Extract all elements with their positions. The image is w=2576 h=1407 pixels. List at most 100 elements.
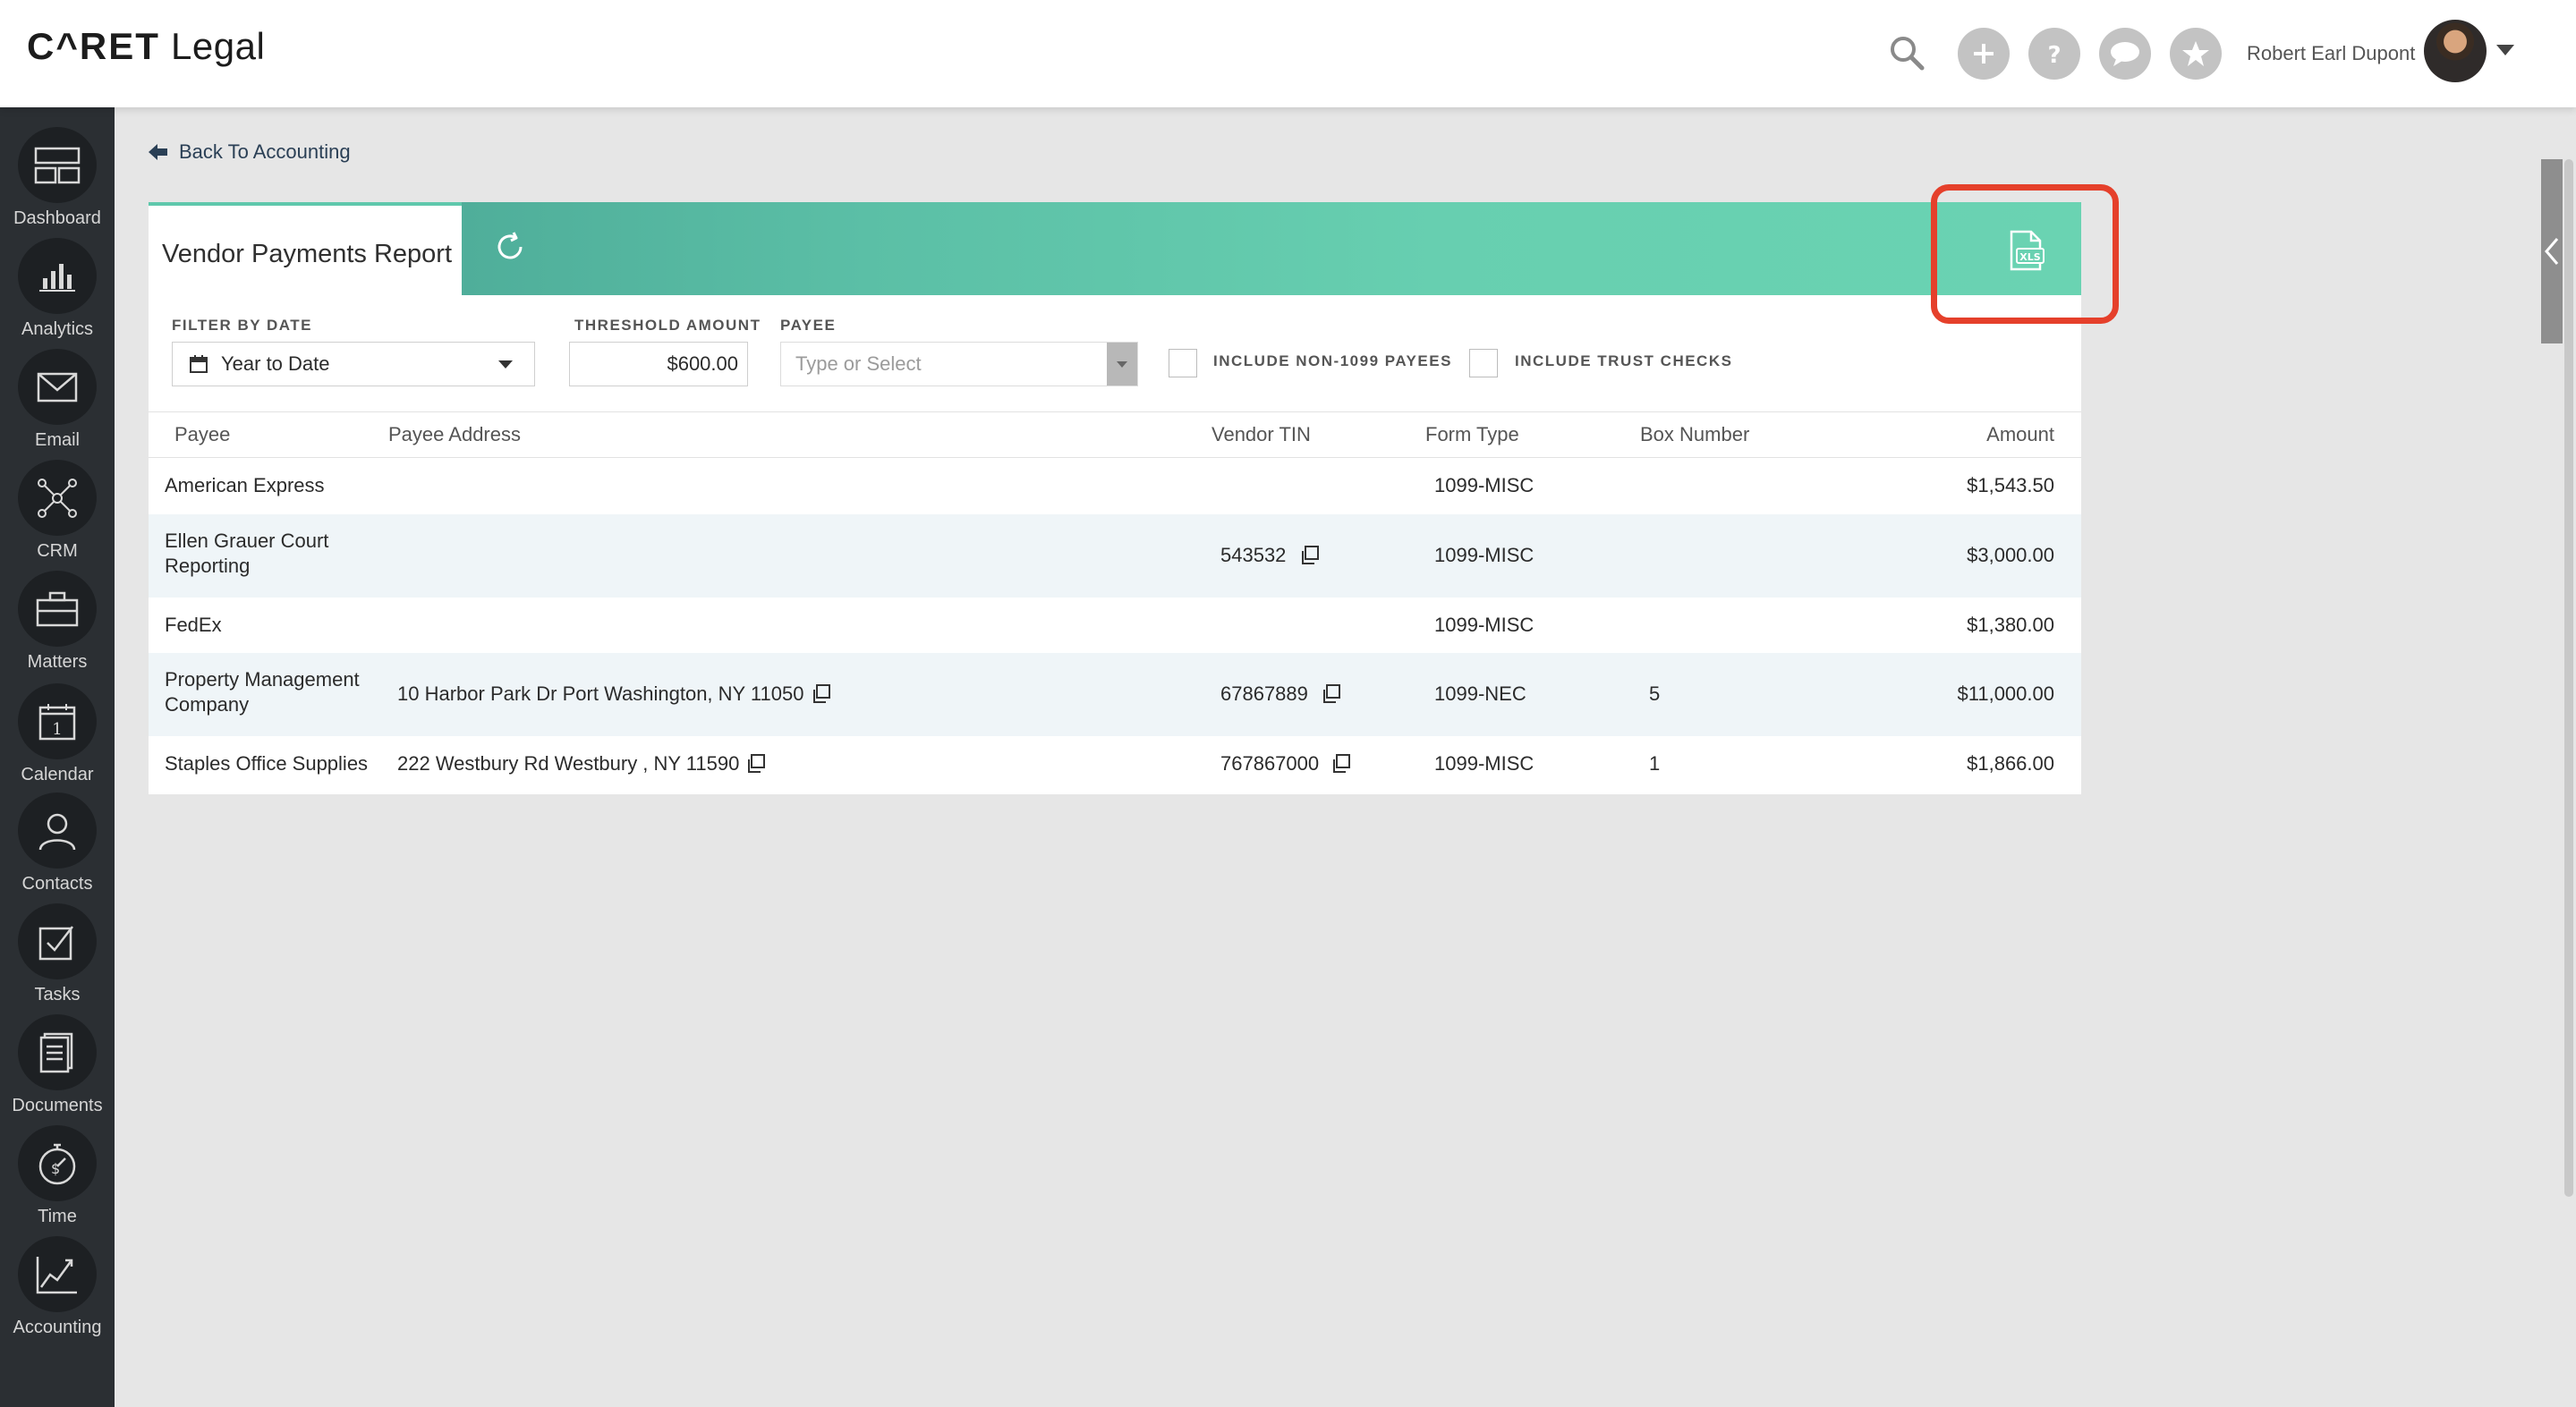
sidebar-item-label: Tasks	[34, 985, 81, 1004]
sidebar-item-email[interactable]: Email	[0, 340, 115, 451]
vertical-scrollbar[interactable]	[2564, 159, 2573, 1197]
sidebar-item-label: Calendar	[21, 765, 94, 784]
column-header-vendor-tin[interactable]: Vendor TIN	[1211, 423, 1311, 446]
payee-cell: Property Management	[165, 668, 360, 691]
copy-icon[interactable]	[812, 684, 831, 704]
app-logo[interactable]: C^RET Legal	[27, 25, 265, 68]
document-icon	[18, 1014, 97, 1090]
sidebar-item-calendar[interactable]: 1 Calendar	[0, 674, 115, 785]
calendar-icon	[190, 355, 208, 373]
sidebar-item-label: Time	[38, 1207, 77, 1226]
svg-text:?: ?	[2047, 42, 2061, 67]
help-icon[interactable]: ?	[2028, 28, 2080, 80]
envelope-icon	[18, 349, 97, 425]
calendar-day: 1	[52, 720, 62, 739]
xls-label: XLS	[2019, 251, 2040, 263]
sidebar-item-crm[interactable]: CRM	[0, 451, 115, 562]
threshold-amount-input[interactable]	[569, 342, 748, 386]
payee-address-cell: 10 Harbor Park Dr Port Washington, NY 11…	[397, 682, 804, 705]
table-row[interactable]: American Express 1099-MISC $1,543.50	[149, 458, 2081, 514]
top-header: C^RET Legal ? Robert Earl Dupont	[0, 0, 2576, 107]
column-header-form-type[interactable]: Form Type	[1425, 423, 1519, 446]
sidebar-item-dashboard[interactable]: Dashboard	[0, 118, 115, 229]
export-xls-button[interactable]: XLS	[2004, 229, 2047, 272]
copy-icon[interactable]	[1322, 684, 1341, 704]
report-card: Vendor Payments Report XLS FILTER BY DAT…	[149, 202, 2081, 794]
sidebar-item-tasks[interactable]: Tasks	[0, 894, 115, 1005]
payee-cell: Ellen Grauer Court	[165, 530, 329, 552]
form-type-cell: 1099-MISC	[1434, 614, 1535, 636]
amount-cell: $1,380.00	[1967, 614, 2054, 636]
chevron-down-icon[interactable]	[2496, 45, 2514, 55]
amount-cell: $1,543.50	[1967, 474, 2054, 496]
sidebar-item-label: Contacts	[21, 874, 93, 894]
table-row[interactable]: Staples Office Supplies 222 Westbury Rd …	[149, 736, 2081, 792]
table-row[interactable]: Ellen Grauer Court Reporting 543532 1099…	[149, 514, 2081, 598]
report-banner	[462, 202, 2081, 295]
sidebar-item-label: Documents	[12, 1096, 103, 1115]
vendor-tin-cell: 767867000	[1220, 752, 1320, 775]
collapse-panel-handle[interactable]	[2541, 159, 2563, 343]
arrow-left-icon	[149, 144, 167, 160]
dashboard-icon	[18, 127, 97, 203]
payee-cell: FedEx	[165, 614, 222, 636]
sidebar-item-documents[interactable]: Documents	[0, 1005, 115, 1116]
report-title-tab: Vendor Payments Report	[149, 202, 462, 295]
payee-cell: Staples Office Supplies	[165, 752, 369, 775]
include-non-1099-checkbox[interactable]	[1169, 349, 1197, 377]
sidebar-item-matters[interactable]: Matters	[0, 562, 115, 673]
star-icon[interactable]	[2170, 28, 2222, 80]
bar-chart-icon	[18, 238, 97, 314]
sidebar-item-label: Analytics	[21, 319, 94, 339]
form-type-cell: 1099-MISC	[1434, 752, 1535, 775]
back-to-accounting-link[interactable]: Back To Accounting	[149, 140, 351, 164]
sidebar-item-accounting[interactable]: Accounting	[0, 1227, 115, 1338]
copy-icon[interactable]	[746, 754, 766, 774]
page-title: Vendor Payments Report	[162, 240, 453, 268]
sidebar-item-contacts[interactable]: Contacts	[0, 784, 115, 894]
amount-cell: $1,866.00	[1967, 752, 2054, 775]
xls-file-icon: XLS	[2010, 230, 2045, 271]
column-header-amount[interactable]: Amount	[1986, 423, 2054, 446]
box-number-cell: 5	[1649, 682, 1661, 705]
box-number-cell: 1	[1649, 752, 1661, 775]
sidebar-item-analytics[interactable]: Analytics	[0, 229, 115, 340]
sidebar-item-time[interactable]: $ Time	[0, 1116, 115, 1227]
sidebar-item-label: Matters	[27, 652, 88, 672]
avatar[interactable]	[2424, 20, 2487, 82]
column-header-box-number[interactable]: Box Number	[1640, 423, 1749, 446]
payee-select[interactable]: Type or Select	[780, 342, 1138, 386]
refresh-icon[interactable]	[494, 231, 526, 263]
user-name[interactable]: Robert Earl Dupont	[2247, 42, 2415, 65]
briefcase-icon	[18, 571, 97, 647]
table-row[interactable]: FedEx 1099-MISC $1,380.00	[149, 598, 2081, 653]
amount-cell: $11,000.00	[1957, 682, 2054, 705]
filter-by-date-label: FILTER BY DATE	[172, 317, 312, 334]
table-header: Payee Payee Address Vendor TIN Form Type…	[149, 411, 2081, 458]
search-icon[interactable]	[1886, 32, 1927, 73]
payee-cell-line2: Reporting	[165, 555, 251, 577]
include-trust-checks-checkbox[interactable]	[1469, 349, 1498, 377]
logo-caret: C^RET	[27, 25, 160, 67]
plus-icon[interactable]	[1958, 28, 2010, 80]
calendar-icon: 1	[18, 683, 97, 759]
copy-icon[interactable]	[1331, 754, 1351, 774]
payee-cell-line2: Company	[165, 693, 250, 716]
payee-placeholder: Type or Select	[795, 352, 922, 375]
column-header-payee-address[interactable]: Payee Address	[388, 423, 521, 446]
chevron-left-icon	[2545, 238, 2559, 265]
copy-icon[interactable]	[1300, 546, 1320, 565]
sidebar-item-label: Accounting	[13, 1318, 102, 1337]
logo-legal: Legal	[171, 25, 266, 67]
date-filter-select[interactable]: Year to Date	[172, 342, 535, 386]
include-trust-checks-label: INCLUDE TRUST CHECKS	[1515, 352, 1733, 369]
column-header-payee[interactable]: Payee	[174, 423, 230, 446]
payee-cell: American Express	[165, 474, 325, 496]
include-non-1099-label: INCLUDE NON-1099 PAYEES	[1213, 352, 1452, 369]
chat-icon[interactable]	[2099, 28, 2151, 80]
table-row[interactable]: Property Management Company 10 Harbor Pa…	[149, 653, 2081, 736]
vendor-tin-cell: 543532	[1220, 544, 1287, 566]
back-link-label: Back To Accounting	[179, 140, 351, 163]
vendor-payments-table: Payee Payee Address Vendor TIN Form Type…	[149, 411, 2081, 792]
chevron-down-icon[interactable]	[1107, 343, 1137, 386]
